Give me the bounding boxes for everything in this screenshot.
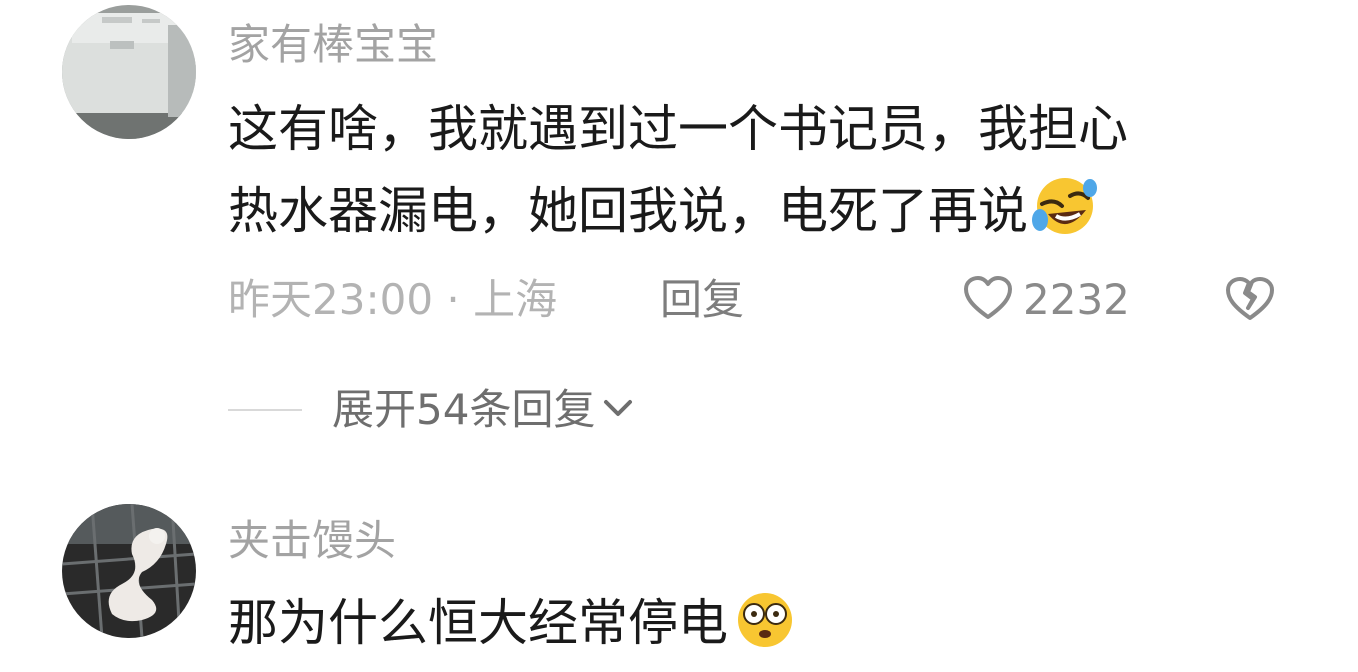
like-count: 2232 [1023, 275, 1130, 324]
reply-button[interactable]: 回复 [660, 270, 744, 330]
comment-time-location: 昨天23:00 · 上海 [228, 275, 558, 324]
heart-icon [963, 275, 1013, 325]
avatar[interactable] [62, 5, 196, 139]
chevron-down-icon [603, 398, 633, 422]
dazed-emoji [730, 588, 800, 672]
avatar[interactable] [62, 504, 196, 638]
expand-replies-button[interactable]: 展开54条回复 [228, 380, 633, 440]
comment-text-line: 那为什么恒大经常停电 [228, 594, 728, 652]
comment-text-line: 热水器漏电，她回我说，电死了再说 [228, 182, 1028, 240]
comment-text: 那为什么恒大经常停电 [228, 582, 1288, 664]
username[interactable]: 家有棒宝宝 [228, 20, 438, 70]
username[interactable]: 夹击馒头 [228, 516, 396, 566]
comment-text: 这有啥，我就遇到过一个书记员，我担心 热水器漏电，她回我说，电死了再说 [228, 88, 1288, 252]
comment-item: 家有棒宝宝 这有啥，我就遇到过一个书记员，我担心 热水器漏电，她回我说，电死了再… [0, 0, 1358, 470]
comment-meta: 昨天23:00 · 上海 回复 2232 [228, 270, 1288, 330]
expand-replies-label: 展开54条回复 [332, 385, 596, 434]
comment-item: 夹击馒头 那为什么恒大经常停电 [0, 470, 1358, 662]
broken-heart-icon[interactable] [1224, 275, 1276, 327]
rofl-emoji [1030, 176, 1100, 260]
comment-text-line: 这有啥，我就遇到过一个书记员，我担心 [228, 100, 1128, 158]
like-button[interactable]: 2232 [963, 270, 1130, 330]
expand-divider [228, 409, 302, 411]
